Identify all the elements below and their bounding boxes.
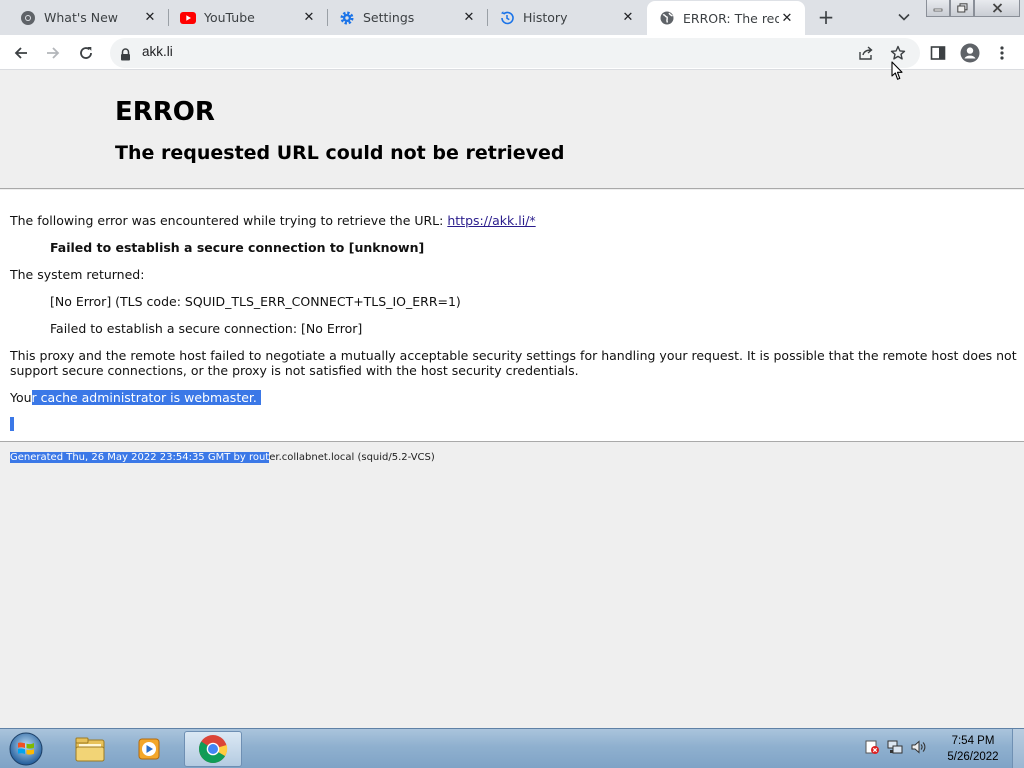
restore-icon <box>956 3 967 13</box>
explanation-line-2: support secure connections, or the proxy… <box>10 363 579 378</box>
system-returned-label: The system returned: <box>10 267 145 282</box>
chevron-down-icon <box>898 13 910 21</box>
selection-marker <box>10 417 14 431</box>
close-icon[interactable]: ✕ <box>142 10 158 26</box>
error-header: ERROR The requested URL could not be ret… <box>0 71 1024 189</box>
star-icon <box>890 45 906 60</box>
footer-text: er.collabnet.local (squid/5.2-VCS) <box>269 452 435 463</box>
profile-button[interactable] <box>956 39 984 67</box>
requested-url-link[interactable]: https://akk.li/* <box>447 213 535 228</box>
tab-title: YouTube <box>204 10 255 25</box>
share-icon <box>859 46 873 60</box>
selected-text: r cache administrator is webmaster. <box>31 390 261 405</box>
youtube-icon <box>180 10 196 26</box>
side-panel-button[interactable] <box>924 39 952 67</box>
taskbar-clock[interactable]: 7:54 PM 5/26/2022 <box>940 733 1006 765</box>
mouse-cursor-icon <box>891 61 905 85</box>
volume-icon[interactable] <box>910 739 926 759</box>
show-desktop-button[interactable] <box>1012 729 1024 768</box>
generated-footer: Generated Thu, 26 May 2022 23:54:35 GMT … <box>10 452 435 463</box>
url-text[interactable]: akk.li <box>142 44 173 59</box>
explanation-line-1: This proxy and the remote host failed to… <box>10 348 1017 363</box>
tab-title: ERROR: The reque <box>683 10 779 26</box>
lock-icon[interactable] <box>120 46 131 65</box>
page-content: ERROR The requested URL could not be ret… <box>0 71 1024 728</box>
share-button[interactable] <box>855 42 877 64</box>
close-icon <box>992 3 1002 13</box>
start-button[interactable] <box>6 731 46 767</box>
tab-youtube[interactable]: YouTube ✕ <box>169 0 327 35</box>
clock-date: 5/26/2022 <box>947 751 999 763</box>
menu-button[interactable] <box>988 39 1016 67</box>
chrome-icon <box>20 10 36 26</box>
selected-footer-text: Generated Thu, 26 May 2022 23:54:35 GMT … <box>10 452 270 463</box>
system-tray <box>864 739 926 759</box>
folder-icon <box>75 737 105 762</box>
forward-button[interactable] <box>39 39 67 67</box>
tab-title: History <box>523 10 568 25</box>
browser-toolbar: akk.li <box>0 35 1024 70</box>
arrow-left-icon <box>14 47 27 59</box>
restore-button[interactable] <box>950 0 974 17</box>
tab-whats-new[interactable]: What's New ✕ <box>0 0 168 35</box>
window-close-button[interactable] <box>974 0 1020 17</box>
admin-text: You <box>10 390 32 405</box>
error-reason: Failed to establish a secure connection … <box>50 240 425 255</box>
arrow-right-icon <box>47 47 60 59</box>
tab-history[interactable]: History ✕ <box>488 0 646 35</box>
address-bar[interactable]: akk.li <box>110 38 920 68</box>
reload-icon <box>80 47 92 59</box>
tab-title: What's New <box>44 10 119 25</box>
clock-time: 7:54 PM <box>951 735 995 747</box>
taskbar-chrome[interactable] <box>184 731 242 767</box>
tab-search-button[interactable] <box>893 6 915 28</box>
tls-code: [No Error] (TLS code: SQUID_TLS_ERR_CONN… <box>50 294 461 309</box>
network-icon[interactable] <box>887 739 903 759</box>
admin-line: Your cache administrator is webmaster. <box>10 390 261 405</box>
globe-icon <box>659 10 675 26</box>
back-button[interactable] <box>7 39 35 67</box>
taskbar-explorer[interactable] <box>62 731 118 767</box>
more-vert-icon <box>1000 46 1004 60</box>
avatar-icon <box>960 43 980 63</box>
error-body: The following error was encountered whil… <box>0 190 1024 442</box>
window-controls <box>926 0 1020 17</box>
new-tab-button[interactable]: + <box>814 5 838 29</box>
close-icon[interactable]: ✕ <box>461 10 477 26</box>
history-icon <box>499 10 515 26</box>
close-icon[interactable]: ✕ <box>779 10 795 26</box>
page-subtitle: The requested URL could not be retrieved <box>115 142 565 164</box>
reload-button[interactable] <box>72 39 100 67</box>
tls-detail: Failed to establish a secure connection:… <box>50 321 363 336</box>
tab-strip: What's New ✕ YouTube ✕ Settings ✕ Histor… <box>0 0 1024 35</box>
page-title: ERROR <box>115 97 215 127</box>
close-icon[interactable]: ✕ <box>620 10 636 26</box>
minimize-icon <box>933 8 943 12</box>
tab-error[interactable]: ERROR: The reque ✕ <box>647 1 805 35</box>
taskbar-media-player[interactable] <box>122 731 178 767</box>
media-player-icon <box>138 738 160 760</box>
minimize-button[interactable] <box>926 0 950 17</box>
taskbar: 7:54 PM 5/26/2022 <box>0 728 1024 768</box>
gear-icon <box>339 10 355 26</box>
side-panel-icon <box>930 46 946 60</box>
chrome-icon <box>199 735 228 763</box>
intro-text: The following error was encountered whil… <box>10 213 448 228</box>
intro-line: The following error was encountered whil… <box>10 213 536 228</box>
windows-logo-icon <box>9 732 43 766</box>
tab-title: Settings <box>363 10 415 25</box>
action-center-icon[interactable] <box>864 739 880 759</box>
tab-settings[interactable]: Settings ✕ <box>328 0 487 35</box>
close-icon[interactable]: ✕ <box>301 10 317 26</box>
